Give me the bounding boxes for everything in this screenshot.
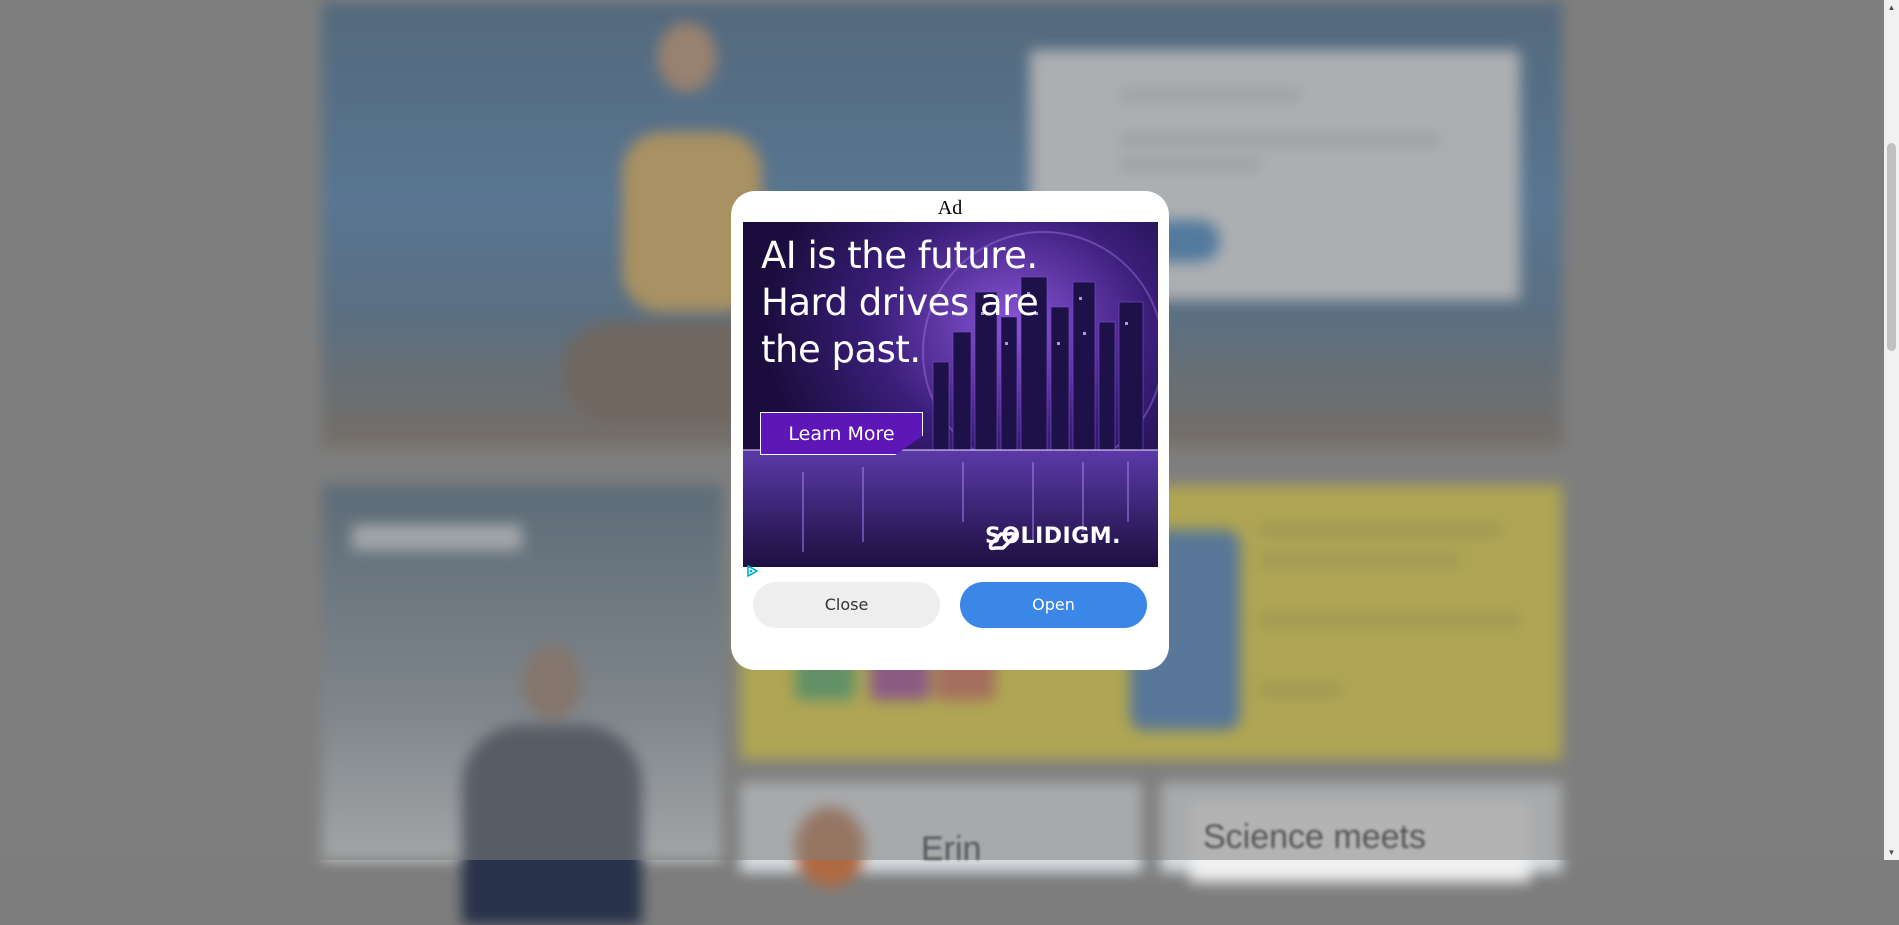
ad-creative[interactable]: AI is the future. Hard drives are the pa… bbox=[743, 222, 1158, 567]
modal-title: Ad bbox=[937, 197, 963, 219]
page-scrollbar[interactable]: ▲ ▼ bbox=[1884, 0, 1899, 860]
close-button[interactable]: Close bbox=[753, 582, 940, 628]
learn-more-button[interactable]: Learn More bbox=[760, 412, 923, 455]
article-card-a-title: Erin bbox=[921, 830, 982, 868]
article-card-b-title: Science meets bbox=[1203, 818, 1426, 856]
ad-headline-line: Hard drives are bbox=[761, 281, 1039, 324]
ad-brand: SOLIDIGM. bbox=[985, 524, 1121, 551]
ad-headline-line: AI is the future. bbox=[761, 234, 1038, 277]
solidigm-logo-icon bbox=[988, 531, 1016, 551]
adchoices-icon[interactable] bbox=[745, 564, 759, 578]
scroll-up-arrow-icon[interactable]: ▲ bbox=[1884, 0, 1899, 15]
ad-headline: AI is the future. Hard drives are the pa… bbox=[761, 232, 1091, 373]
ad-headline-line: the past. bbox=[761, 328, 921, 371]
scroll-down-arrow-icon[interactable]: ▼ bbox=[1884, 845, 1899, 860]
open-button[interactable]: Open bbox=[960, 582, 1147, 628]
scrollbar-thumb[interactable] bbox=[1887, 143, 1896, 351]
ad-modal: Ad AI is the future. Hard drives are the… bbox=[731, 191, 1169, 670]
